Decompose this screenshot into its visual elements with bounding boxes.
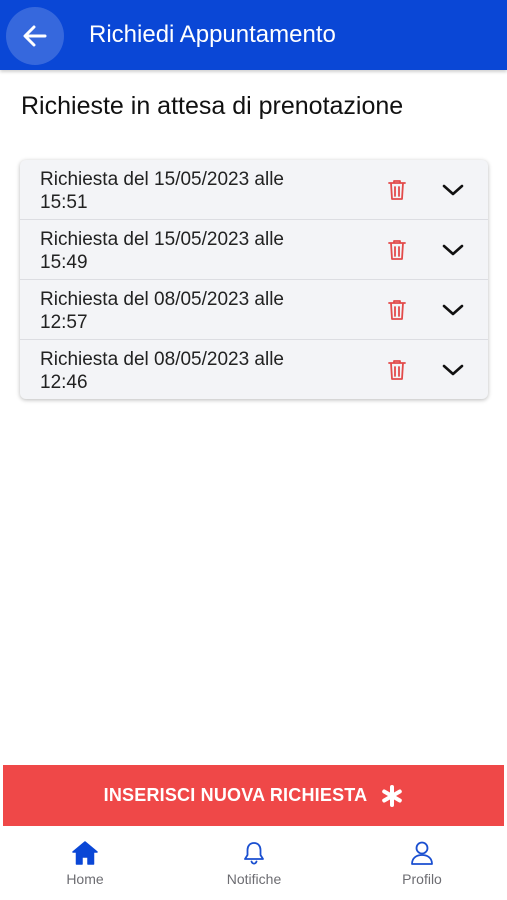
delete-button[interactable] xyxy=(386,358,408,382)
page-title: Richiedi Appuntamento xyxy=(89,21,336,48)
back-button[interactable] xyxy=(6,7,64,65)
arrow-left-icon xyxy=(23,25,47,47)
request-row[interactable]: Richiesta del 08/05/2023 alle 12:46 xyxy=(20,340,488,399)
delete-button[interactable] xyxy=(386,238,408,262)
expand-button[interactable] xyxy=(440,298,466,322)
new-request-button[interactable]: INSERISCI NUOVA RICHIESTA xyxy=(3,765,504,826)
tab-profilo-label: Profilo xyxy=(402,871,442,887)
section-title: Richieste in attesa di prenotazione xyxy=(21,92,404,120)
asterisk-icon xyxy=(381,784,403,807)
bottom-tab-bar: Home Notifiche Profilo xyxy=(0,830,507,900)
request-label: Richiesta del 15/05/2023 alle 15:51 xyxy=(40,169,285,213)
app-header: Richiedi Appuntamento xyxy=(0,0,507,70)
request-row[interactable]: Richiesta del 08/05/2023 alle 12:57 xyxy=(20,280,488,340)
trash-icon xyxy=(388,300,406,320)
tab-notifiche-label: Notifiche xyxy=(226,871,282,887)
expand-button[interactable] xyxy=(440,358,466,382)
request-label: Richiesta del 08/05/2023 alle 12:57 xyxy=(40,289,285,333)
chevron-down-icon xyxy=(442,364,464,376)
trash-icon xyxy=(388,360,406,380)
trash-icon xyxy=(388,240,406,260)
bell-icon xyxy=(244,842,264,865)
tab-profilo[interactable]: Profilo xyxy=(362,840,482,896)
tab-home[interactable]: Home xyxy=(25,840,145,896)
expand-button[interactable] xyxy=(440,178,466,202)
delete-button[interactable] xyxy=(386,178,408,202)
request-label: Richiesta del 08/05/2023 alle 12:46 xyxy=(40,349,285,393)
request-list: Richiesta del 15/05/2023 alle 15:51 Rich… xyxy=(20,160,488,399)
page: Richiedi Appuntamento Richieste in attes… xyxy=(0,0,507,900)
tab-notifiche[interactable]: Notifiche xyxy=(194,840,314,896)
chevron-down-icon xyxy=(442,304,464,316)
new-request-label: INSERISCI NUOVA RICHIESTA xyxy=(103,785,368,805)
user-icon xyxy=(411,841,433,865)
chevron-down-icon xyxy=(442,184,464,196)
request-row[interactable]: Richiesta del 15/05/2023 alle 15:51 xyxy=(20,160,488,220)
delete-button[interactable] xyxy=(386,298,408,322)
chevron-down-icon xyxy=(442,244,464,256)
tab-home-label: Home xyxy=(66,871,104,887)
expand-button[interactable] xyxy=(440,238,466,262)
request-label: Richiesta del 15/05/2023 alle 15:49 xyxy=(40,229,285,273)
trash-icon xyxy=(388,180,406,200)
home-icon xyxy=(72,841,98,865)
request-row[interactable]: Richiesta del 15/05/2023 alle 15:49 xyxy=(20,220,488,280)
